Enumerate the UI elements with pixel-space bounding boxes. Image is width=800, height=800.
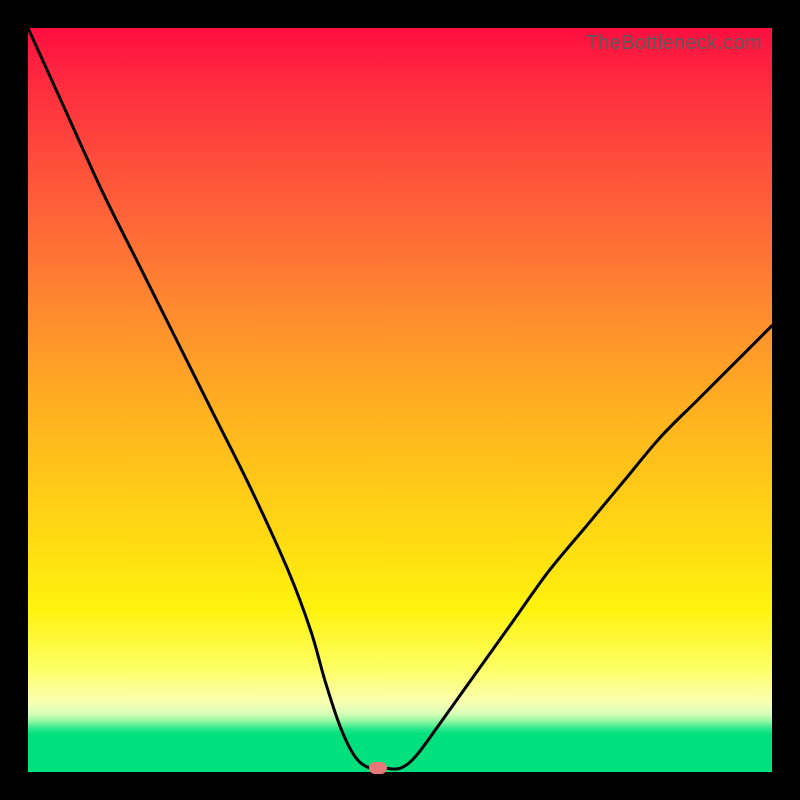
bottleneck-curve xyxy=(28,28,772,772)
plot-area: TheBottleneck.com xyxy=(28,28,772,772)
chart-container: TheBottleneck.com xyxy=(0,0,800,800)
bottleneck-marker xyxy=(369,762,387,774)
